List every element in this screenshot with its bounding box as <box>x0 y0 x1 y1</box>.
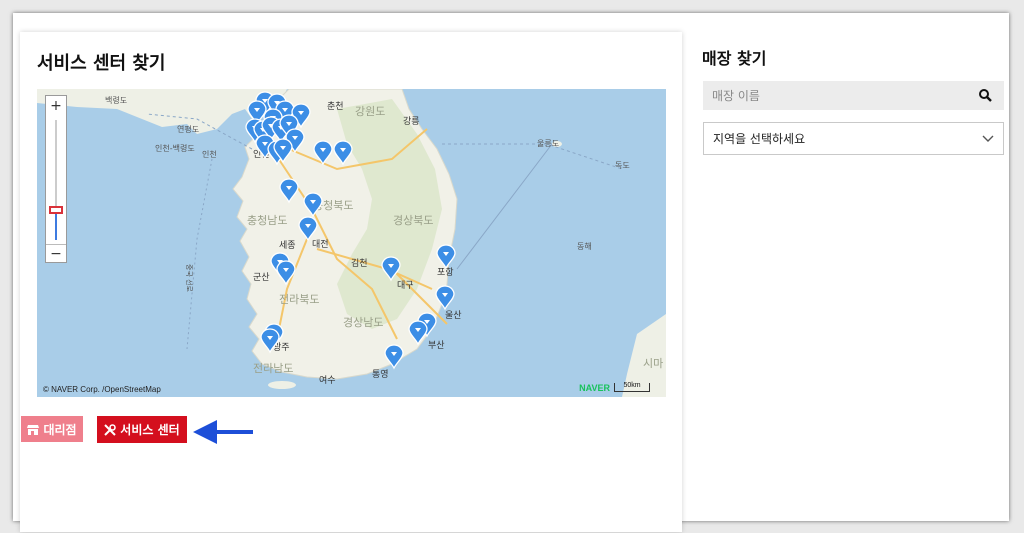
label-daegu: 대구 <box>397 280 414 291</box>
page-title: 서비스 센터 찾기 <box>37 53 166 74</box>
dealer-filter-button[interactable]: 대리점 <box>21 416 83 442</box>
region-select[interactable]: 지역을 선택하세요 <box>703 122 1004 155</box>
store-icon <box>27 424 40 435</box>
zoom-control[interactable]: + − <box>45 95 67 263</box>
label-daejeon: 대전 <box>312 239 329 250</box>
label-shimane: 시마 <box>643 357 663 370</box>
label-yeosu: 여수 <box>319 374 336 386</box>
map-view[interactable]: 백령도 연평도 인천-백령도 인천 춘천 강원도 강릉 울릉도 독도 인천 충청… <box>37 89 666 397</box>
service-center-filter-button[interactable]: 서비스 센터 <box>97 416 187 443</box>
label-gimcheon: 김천 <box>351 257 368 269</box>
label-incheon-baengnyeong: 인천-백령도 <box>155 143 195 153</box>
label-baengnyeong: 백령도 <box>105 95 127 105</box>
label-sejong: 세종 <box>279 240 296 251</box>
label-busan: 부산 <box>428 340 445 351</box>
label-ulleung: 울릉도 <box>537 139 559 148</box>
label-sea-route: 중국 선로 <box>185 264 194 293</box>
label-gyeongbuk: 경상북도 <box>393 214 433 227</box>
label-gunsan: 군산 <box>253 272 270 283</box>
label-chuncheon: 춘천 <box>327 101 344 112</box>
label-yeonpyeong: 연평도 <box>177 124 199 134</box>
tools-icon <box>104 423 117 436</box>
service-center-button-label: 서비스 센터 <box>120 423 180 437</box>
label-tongyeong: 통영 <box>372 369 389 380</box>
label-east-sea: 동해 <box>577 241 592 251</box>
chevron-down-icon <box>982 135 994 142</box>
label-chungnam: 충청남도 <box>247 214 287 227</box>
south-island <box>268 381 296 389</box>
zoom-level-fill <box>55 210 57 240</box>
zoom-out-button[interactable]: − <box>46 244 66 263</box>
zoom-in-button[interactable]: + <box>46 97 66 115</box>
zoom-slider-handle[interactable] <box>49 206 63 214</box>
label-gyeongnam: 경상남도 <box>343 316 383 329</box>
store-search-title: 매장 찾기 <box>702 49 767 68</box>
naver-logo[interactable]: NAVER <box>579 383 610 393</box>
store-name-search-input[interactable] <box>703 81 1004 110</box>
map-canvas[interactable]: 백령도 연평도 인천-백령도 인천 춘천 강원도 강릉 울릉도 독도 인천 충청… <box>37 89 666 397</box>
label-pohang: 포항 <box>437 267 454 278</box>
map-attribution[interactable]: © NAVER Corp. /OpenStreetMap <box>43 385 161 394</box>
label-incheon-ferry: 인천 <box>202 149 217 159</box>
dealer-button-label: 대리점 <box>43 422 77 437</box>
search-icon[interactable] <box>979 89 992 102</box>
pointer-arrow-icon <box>193 420 253 444</box>
label-gangneung: 강릉 <box>403 116 420 127</box>
label-dokdo: 독도 <box>615 161 630 170</box>
region-select-value: 지역을 선택하세요 <box>713 132 806 146</box>
label-jeonbuk: 전라북도 <box>279 293 319 306</box>
label-ulsan: 울산 <box>445 310 462 321</box>
label-gangwon: 강원도 <box>355 105 385 118</box>
label-jeonnam: 전라남도 <box>253 362 293 375</box>
map-scale-bar: 50km <box>614 382 650 392</box>
